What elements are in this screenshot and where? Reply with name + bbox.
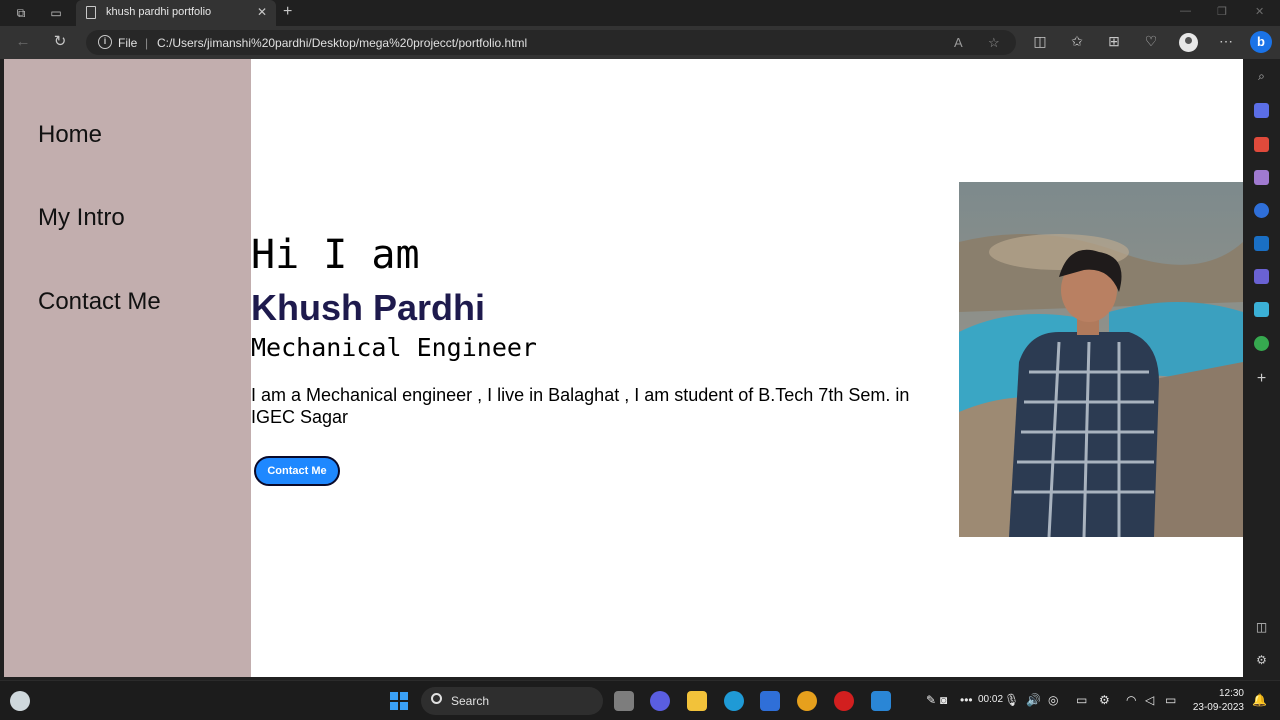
hero-greeting: Hi I am	[251, 232, 420, 278]
taskbar: Search ✎ ◙ ••• 00:02 🎙 🔊 ◎ ▭ ⚙ ◠ ◁ ▭ 12:…	[0, 680, 1280, 720]
volume-icon[interactable]: 🔊	[1026, 693, 1041, 707]
contact-me-button[interactable]: Contact Me	[254, 456, 340, 486]
dots-icon[interactable]: •••	[960, 693, 973, 707]
tab-portfolio[interactable]: khush pardhi portfolio ✕	[76, 0, 276, 26]
new-tab-icon[interactable]: +	[283, 3, 292, 21]
favorite-star-icon[interactable]: ☆	[988, 35, 1000, 51]
profile-avatar[interactable]	[1179, 33, 1198, 52]
collections-icon[interactable]: ⊞	[1105, 33, 1123, 50]
file-explorer-icon[interactable]	[687, 691, 707, 711]
taskbar-search[interactable]: Search	[421, 687, 603, 715]
nav-link-my-intro[interactable]: My Intro	[38, 204, 125, 232]
clock-time[interactable]: 12:30	[1192, 688, 1244, 699]
notification-icon[interactable]: 🔔	[1252, 693, 1267, 707]
camera-icon[interactable]: ◙	[940, 693, 947, 707]
file-label: File	[118, 36, 138, 50]
tab-actions-icon[interactable]: ▭	[48, 5, 64, 21]
nav-link-contact-me[interactable]: Contact Me	[38, 288, 161, 316]
outlook-icon[interactable]	[1254, 236, 1269, 251]
edge-sidebar: ⌕ + ◫ ⚙	[1243, 59, 1280, 677]
hide-sidebar-icon[interactable]: ◫	[1254, 620, 1269, 635]
hero-description: I am a Mechanical engineer , I live in B…	[251, 385, 910, 427]
add-icon[interactable]: +	[1254, 371, 1269, 387]
weather-icon[interactable]	[10, 691, 30, 711]
microphone-icon[interactable]: 🎙	[1004, 693, 1019, 707]
address-bar[interactable]: i File | C:/Users/jimanshi%20pardhi/Desk…	[86, 30, 1016, 55]
wifi-icon[interactable]: ◠	[1126, 693, 1136, 707]
shopping-icon[interactable]	[1254, 103, 1269, 118]
settings-gear-icon[interactable]: ⚙	[1254, 653, 1269, 668]
browser-essentials-icon[interactable]: ♡	[1142, 33, 1160, 50]
url-text[interactable]: C:/Users/jimanshi%20pardhi/Desktop/mega%…	[157, 36, 527, 50]
nav-link-home[interactable]: Home	[38, 121, 102, 149]
workspaces-icon[interactable]: ⧉	[13, 5, 29, 21]
browser-tab-strip: ⧉ ▭ khush pardhi portfolio ✕ + — ❐ ✕	[0, 0, 1280, 26]
chrome-icon[interactable]	[797, 691, 817, 711]
edge-icon[interactable]	[724, 691, 744, 711]
hero-role: Mechanical Engineer	[251, 333, 537, 362]
portfolio-sidebar: Home My Intro Contact Me	[4, 59, 251, 677]
task-view-icon[interactable]	[614, 691, 634, 711]
profile-photo	[959, 182, 1243, 537]
hero-name: Khush Pardhi	[251, 287, 486, 328]
read-aloud-icon[interactable]: A	[954, 35, 963, 50]
maximize-icon[interactable]: ❐	[1217, 5, 1227, 18]
office-icon[interactable]	[1254, 203, 1269, 218]
pen-icon[interactable]: ✎	[926, 693, 936, 707]
refresh-icon[interactable]: ↻	[51, 33, 69, 51]
search-icon	[431, 693, 442, 704]
page-viewport: Home My Intro Contact Me Hi I am Khush P…	[4, 59, 1243, 677]
send-icon[interactable]	[1254, 302, 1269, 317]
browser-toolbar: ← ↻ i File | C:/Users/jimanshi%20pardhi/…	[0, 26, 1280, 59]
recording-timer: 00:02	[978, 694, 1004, 705]
search-icon[interactable]: ⌕	[1254, 69, 1269, 84]
window-icon[interactable]: ▭	[1076, 693, 1087, 707]
record-icon[interactable]	[834, 691, 854, 711]
gear-icon[interactable]: ⚙	[1099, 693, 1110, 707]
search-label: Search	[451, 694, 490, 708]
designer-icon[interactable]	[1254, 269, 1269, 284]
info-icon[interactable]: i	[98, 35, 112, 49]
back-icon[interactable]: ←	[14, 33, 32, 51]
close-window-icon[interactable]: ✕	[1255, 5, 1264, 18]
split-screen-icon[interactable]: ◫	[1031, 33, 1049, 50]
tree-icon[interactable]	[1254, 336, 1269, 351]
more-menu-icon[interactable]: ⋯	[1217, 33, 1235, 50]
tools-icon[interactable]	[1254, 137, 1269, 152]
battery-icon[interactable]: ▭	[1165, 693, 1176, 707]
vscode-icon[interactable]	[871, 691, 891, 711]
close-tab-icon[interactable]: ✕	[257, 5, 267, 19]
teams-icon[interactable]	[650, 691, 670, 711]
tab-title: khush pardhi portfolio	[106, 6, 212, 18]
minimize-icon[interactable]: —	[1180, 5, 1191, 17]
page-icon	[86, 6, 96, 19]
separator: |	[145, 36, 149, 50]
store-icon[interactable]	[760, 691, 780, 711]
games-icon[interactable]	[1254, 170, 1269, 185]
copilot-icon[interactable]: b	[1250, 31, 1272, 53]
start-icon[interactable]	[390, 692, 408, 710]
webcam-icon[interactable]: ◎	[1048, 693, 1058, 707]
speaker-icon[interactable]: ◁	[1145, 693, 1154, 707]
clock-date[interactable]: 23-09-2023	[1188, 702, 1244, 713]
favorites-icon[interactable]: ✩	[1068, 33, 1086, 50]
